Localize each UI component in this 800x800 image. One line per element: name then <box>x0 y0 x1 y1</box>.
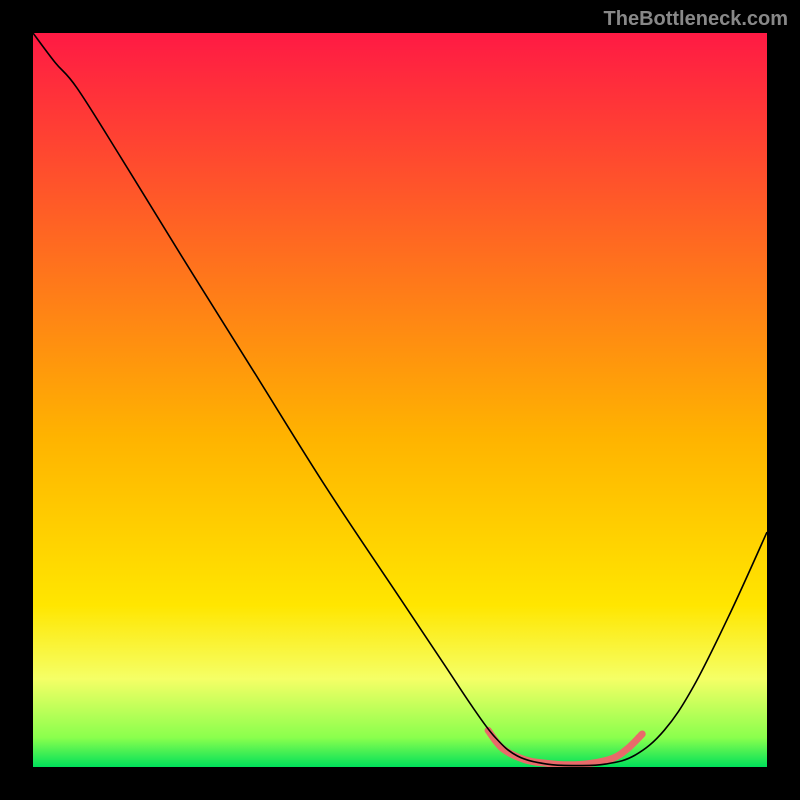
chart-container: TheBottleneck.com <box>0 0 800 800</box>
plot-area <box>33 33 767 767</box>
watermark-text: TheBottleneck.com <box>604 8 788 31</box>
gradient-background <box>33 33 767 767</box>
chart-svg <box>33 33 767 767</box>
